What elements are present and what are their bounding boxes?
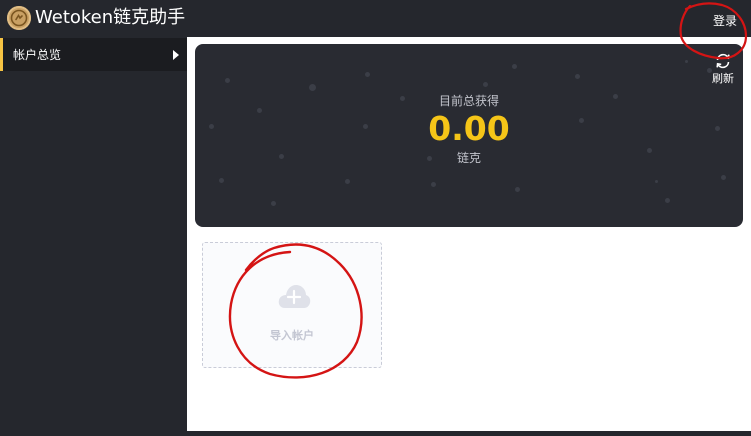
bottom-edge [187,431,751,436]
total-earned-label: 目前总获得 [438,94,499,108]
app-title: Wetoken链克助手 [35,7,186,28]
import-account-label: 导入帐户 [270,329,314,342]
total-earned-value: 0.00 [428,109,510,148]
import-account-card[interactable]: 导入帐户 [202,242,382,368]
sidebar-item-account-overview[interactable]: 帐户总览 [0,38,187,71]
chevron-right-icon [173,50,179,60]
login-button[interactable]: 登录 [713,14,737,28]
coin-logo-icon [7,6,31,30]
earnings-banner: 目前总获得 0.00 链克 [195,44,743,227]
refresh-icon [716,53,730,69]
refresh-label: 刷新 [712,72,734,85]
sidebar: 帐户总览 [0,37,187,436]
refresh-button[interactable]: 刷新 [707,50,739,88]
currency-unit-label: 链克 [456,151,481,165]
top-bar: Wetoken链克助手 登录 [0,0,751,37]
sidebar-item-label: 帐户总览 [13,48,62,62]
cloud-plus-icon [278,285,311,308]
